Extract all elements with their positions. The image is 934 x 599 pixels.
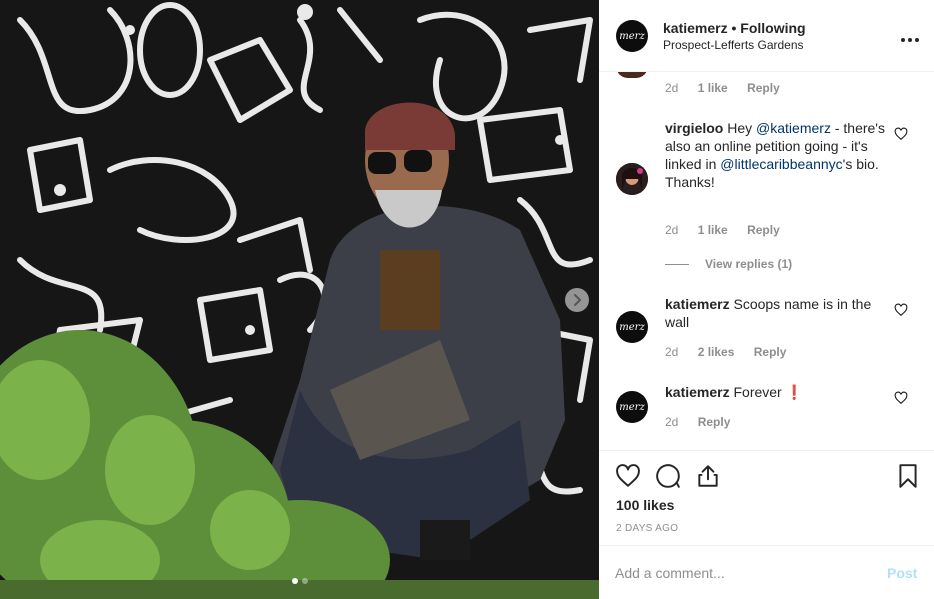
location-link[interactable]: Prospect-Lefferts Gardens	[663, 38, 804, 52]
comment-time[interactable]: 2d	[665, 415, 678, 429]
post-date[interactable]: 2 DAYS AGO	[616, 523, 678, 534]
post-actions: 100 likes 2 DAYS AGO	[599, 450, 934, 545]
more-options-icon	[901, 38, 919, 42]
share-icon[interactable]	[695, 463, 721, 489]
avatar-photo	[616, 163, 648, 195]
more-options-button[interactable]	[901, 26, 919, 46]
reply-button[interactable]: Reply	[747, 223, 780, 237]
carousel-dot	[291, 578, 298, 584]
comment-likes[interactable]: 2 likes	[698, 345, 735, 359]
chevron-right-icon	[574, 294, 582, 306]
post-sidebar: merz katiemerz • Following Prospect-Leff…	[599, 0, 934, 599]
view-replies-button[interactable]: View replies (1)	[665, 257, 792, 271]
avatar[interactable]: merz	[616, 20, 648, 52]
avatar-text: merz	[619, 321, 645, 333]
comment-body: Forever	[733, 384, 782, 400]
reply-button[interactable]: Reply	[698, 415, 731, 429]
post-photo[interactable]	[0, 0, 599, 599]
add-comment-bar: Post	[599, 545, 934, 599]
avatar[interactable]	[616, 72, 648, 78]
comment-username[interactable]: virgieloo	[665, 120, 723, 136]
exclamation-emoji-icon: ❗	[785, 384, 804, 400]
comment-time[interactable]: 2d	[665, 81, 678, 95]
divider	[665, 263, 689, 265]
comment-meta: 2d Reply	[665, 415, 746, 429]
comment-like-icon[interactable]	[894, 303, 908, 317]
heart-icon[interactable]	[615, 463, 641, 489]
comment-username[interactable]: katiemerz	[665, 296, 730, 312]
bookmark-icon[interactable]	[895, 463, 921, 489]
avatar-text: merz	[619, 401, 645, 413]
comment-time[interactable]: 2d	[665, 223, 678, 237]
comment-likes[interactable]: 1 like	[698, 81, 728, 95]
comment-input[interactable]	[615, 562, 865, 584]
comment-username[interactable]: katiemerz	[665, 384, 730, 400]
comment-like-icon[interactable]	[894, 127, 908, 141]
follow-status-button[interactable]: Following	[740, 20, 805, 36]
post-button[interactable]: Post	[887, 565, 917, 581]
comment-body: Hey	[727, 120, 757, 136]
avatar-text: merz	[619, 30, 645, 42]
comments-list[interactable]: 2d 1 like Reply virgieloo Hey @katiemerz…	[599, 72, 934, 450]
comment-time[interactable]: 2d	[665, 345, 678, 359]
username-link[interactable]: katiemerz	[663, 20, 728, 36]
comment-like-icon[interactable]	[894, 391, 908, 405]
header-user-line: katiemerz • Following	[663, 20, 806, 36]
avatar[interactable]: merz	[616, 311, 648, 343]
mention-link[interactable]: @littlecaribbeannyc	[720, 156, 842, 172]
comment-meta: 2d 2 likes Reply	[665, 345, 802, 359]
comment-text: katiemerz Scoops name is in the wall	[665, 295, 885, 331]
reply-button[interactable]: Reply	[754, 345, 787, 359]
reply-button[interactable]: Reply	[747, 81, 780, 95]
carousel-indicator	[0, 578, 599, 584]
comment-likes[interactable]: 1 like	[698, 223, 728, 237]
comment-text: katiemerz Forever ❗	[665, 383, 885, 401]
comment-icon[interactable]	[655, 463, 681, 489]
mention-link[interactable]: @katiemerz	[756, 120, 831, 136]
mural-photo	[0, 0, 599, 599]
carousel-dot	[301, 578, 308, 584]
avatar[interactable]	[616, 163, 648, 195]
comment-meta: 2d 1 like Reply	[665, 223, 796, 237]
view-replies-label: View replies (1)	[705, 257, 793, 271]
next-photo-button[interactable]	[565, 288, 589, 312]
comment-text: virgieloo Hey @katiemerz - there's also …	[665, 119, 885, 191]
separator: •	[731, 20, 737, 36]
post-header: merz katiemerz • Following Prospect-Leff…	[599, 0, 934, 72]
avatar[interactable]: merz	[616, 391, 648, 423]
likes-count[interactable]: 100 likes	[616, 497, 674, 513]
comment-meta: 2d 1 like Reply	[665, 81, 796, 95]
